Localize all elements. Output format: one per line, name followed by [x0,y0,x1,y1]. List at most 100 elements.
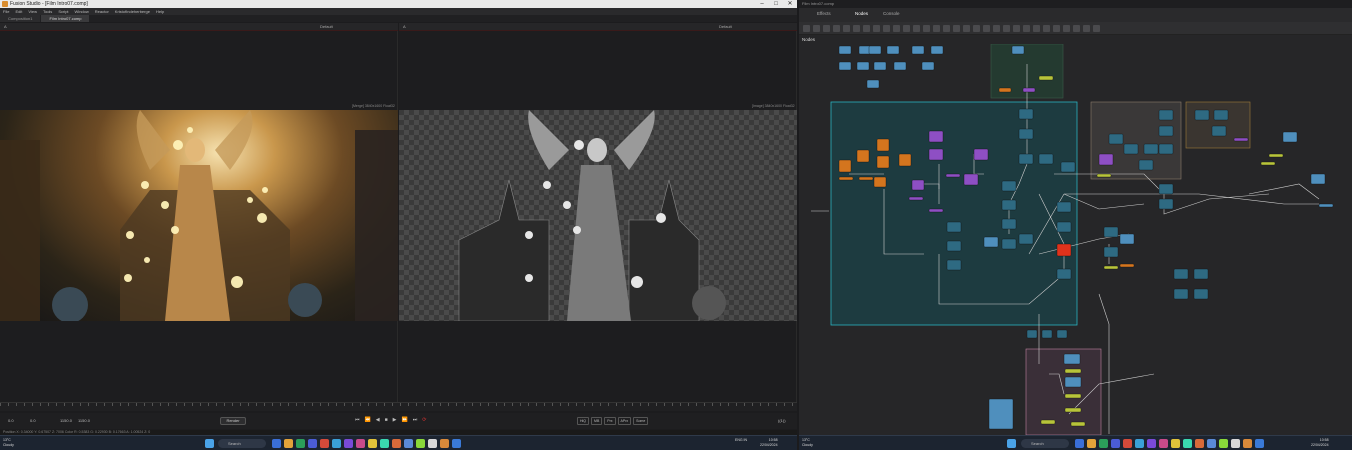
node-orange[interactable] [856,149,870,163]
node-teal[interactable] [1158,143,1174,155]
tool-icon[interactable] [803,25,810,32]
app-icon[interactable] [1231,439,1240,448]
tab-nodes[interactable]: Nodes [855,11,868,16]
app-icon[interactable] [1075,439,1084,448]
node-teal[interactable] [1108,133,1124,145]
node-teal[interactable] [946,240,962,252]
node-blue[interactable] [1282,131,1298,143]
node-teal[interactable] [1138,159,1154,171]
node-teal[interactable] [1018,108,1034,120]
menu-window[interactable]: Window [75,8,89,15]
node-purple[interactable] [1022,87,1036,93]
node-teal[interactable] [1158,125,1174,137]
tool-icon[interactable] [1003,25,1010,32]
viewer1-lut[interactable]: Default [320,23,333,31]
minimize-icon[interactable]: – [755,0,769,8]
viewer1-image-angel-statue[interactable] [0,110,398,321]
app-icon[interactable] [1183,439,1192,448]
tab-console[interactable]: Console [883,11,900,16]
node-teal[interactable] [1060,161,1076,173]
node-teal[interactable] [1103,246,1119,258]
node-orange[interactable] [998,87,1012,93]
node-teal[interactable] [1056,268,1072,280]
app-icon[interactable] [1159,439,1168,448]
tab-effects[interactable]: Effects [817,11,831,16]
tab-composition1[interactable]: Composition1 [0,15,41,22]
app-icon[interactable] [1147,439,1156,448]
node-blue[interactable] [1063,353,1081,365]
app-icon[interactable] [1099,439,1108,448]
node-blue[interactable] [1064,376,1082,388]
node-orange[interactable] [873,176,887,188]
app-icon[interactable] [1087,439,1096,448]
app-icon[interactable] [1171,439,1180,448]
tray-lang[interactable]: ENG IN [735,438,747,443]
loop-icon[interactable]: ⟳ [422,417,426,423]
tool-icon[interactable] [833,25,840,32]
tool-icon[interactable] [1033,25,1040,32]
tool-icon[interactable] [823,25,830,32]
node-blue[interactable] [838,45,852,55]
node-yellow[interactable] [1268,153,1284,158]
app-icon[interactable] [1255,439,1264,448]
step-forward-icon[interactable]: ⏩ [402,417,408,423]
node-purple[interactable] [1098,153,1114,166]
tool-icon[interactable] [1043,25,1050,32]
current-time[interactable]: 0.0 [30,418,36,423]
tool-icon[interactable] [883,25,890,32]
node-blue[interactable] [838,61,852,71]
tool-icon[interactable] [873,25,880,32]
hiq-toggle[interactable]: HiQ [577,417,590,425]
play-reverse-icon[interactable]: ◀ [376,417,380,423]
node-yellow[interactable] [1064,407,1082,413]
node-purple[interactable] [911,179,925,191]
tool-icon[interactable] [1073,25,1080,32]
node-purple[interactable] [963,173,979,186]
menu-file[interactable]: File [3,8,9,15]
windows-start-icon[interactable] [1007,439,1016,448]
app-icon[interactable] [308,439,317,448]
global-end[interactable]: 1150.0 [78,418,90,423]
node-teal[interactable] [1056,329,1068,339]
node-teal[interactable] [1018,128,1034,140]
menu-view[interactable]: View [28,8,37,15]
node-yellow[interactable] [1064,393,1082,399]
node-purple[interactable] [945,173,961,178]
node-blue[interactable] [873,61,887,71]
app-icon[interactable] [1243,439,1252,448]
node-yellow[interactable] [1070,421,1086,427]
node-blue[interactable] [1318,203,1334,208]
node-blue[interactable] [921,61,935,71]
app-icon[interactable] [356,439,365,448]
taskbar-search-2[interactable]: Search [1021,439,1069,448]
stop-icon[interactable]: ■ [385,417,388,423]
node-blue[interactable] [988,398,1014,430]
app-icon[interactable] [440,439,449,448]
node-teal[interactable] [1173,288,1189,300]
app-icon[interactable] [296,439,305,448]
tool-icon[interactable] [863,25,870,32]
node-blue[interactable] [1011,45,1025,55]
go-to-start-icon[interactable]: ⏮ [355,417,360,423]
tool-icon[interactable] [843,25,850,32]
node-yellow[interactable] [1096,173,1112,178]
viewer2-image-alpha-checker[interactable] [399,110,797,321]
node-teal[interactable] [1018,233,1034,245]
node-teal[interactable] [946,221,962,233]
node-teal[interactable] [1193,268,1209,280]
prx-toggle[interactable]: Prx [604,417,616,425]
node-teal[interactable] [1194,109,1210,121]
node-teal[interactable] [1193,288,1209,300]
tool-icon[interactable] [973,25,980,32]
weather-widget-2[interactable]: 13°C Cloudy [802,438,813,448]
app-icon[interactable] [428,439,437,448]
app-icon[interactable] [332,439,341,448]
node-yellow[interactable] [1103,265,1119,270]
node-teal[interactable] [1056,221,1072,233]
node-teal[interactable] [1001,180,1017,192]
node-purple[interactable] [1233,137,1249,142]
tab-film-intro[interactable]: Film Intro07.comp [41,15,90,22]
node-yellow[interactable] [1038,75,1054,81]
tool-icon[interactable] [1093,25,1100,32]
node-teal[interactable] [1158,109,1174,121]
